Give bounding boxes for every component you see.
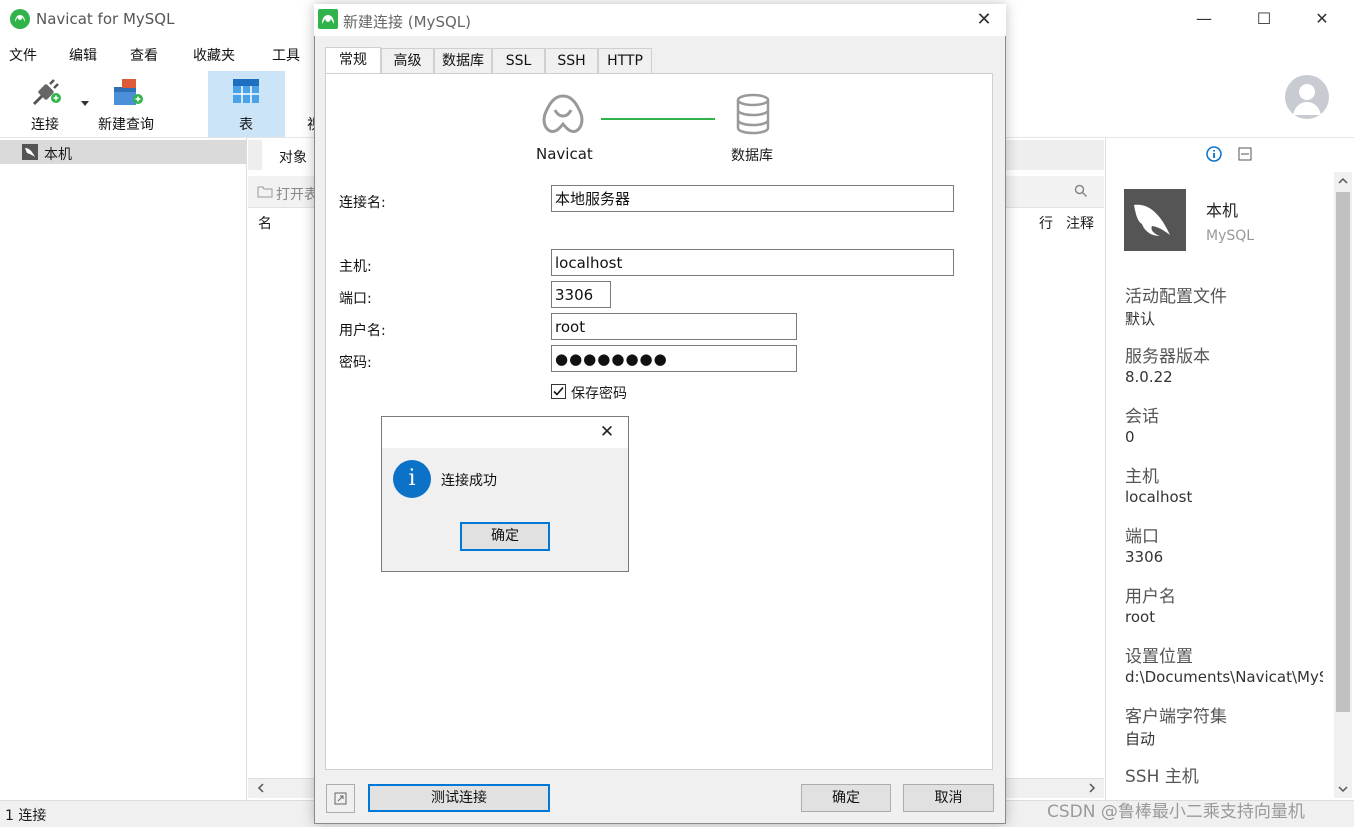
info-value-host: localhost: [1125, 488, 1193, 506]
test-connection-button[interactable]: 测试连接: [368, 784, 550, 812]
username-label: 用户名:: [339, 323, 386, 339]
toolbar-connect-label[interactable]: 连接: [31, 114, 59, 134]
scroll-right-icon[interactable]: [1087, 783, 1097, 793]
info-label-user: 用户名: [1125, 587, 1176, 607]
user-avatar-icon[interactable]: [1285, 75, 1329, 119]
port-input[interactable]: [551, 281, 611, 308]
maximize-button[interactable]: ☐: [1244, 6, 1284, 32]
save-password-label[interactable]: 保存密码: [571, 383, 627, 403]
resize-icon: [334, 792, 347, 805]
new-query-icon[interactable]: [112, 77, 146, 107]
column-header-name[interactable]: 名: [258, 213, 272, 233]
info-label-profile: 活动配置文件: [1125, 287, 1227, 307]
menu-favorites[interactable]: 收藏夹: [193, 45, 235, 65]
messagebox-close-icon[interactable]: ✕: [595, 420, 619, 444]
menu-file[interactable]: 文件: [9, 45, 37, 65]
host-input[interactable]: [551, 249, 954, 276]
chevron-down-icon[interactable]: [81, 101, 89, 107]
tab-ssh[interactable]: SSH: [545, 48, 598, 74]
host-label: 主机:: [339, 259, 372, 275]
tab-advanced[interactable]: 高级: [381, 48, 434, 74]
conn-name-label: 连接名:: [339, 195, 386, 211]
toolbar-table-label[interactable]: 表: [239, 114, 253, 134]
messagebox-text: 连接成功: [441, 473, 497, 489]
save-password-checkbox[interactable]: [551, 384, 566, 399]
info-connection-name: 本机: [1206, 201, 1239, 220]
dialog-cancel-button[interactable]: 取消: [903, 784, 994, 812]
info-label-port: 端口: [1125, 527, 1159, 547]
info-value-profile: 默认: [1125, 310, 1156, 328]
sidebar-item-label[interactable]: 本机: [44, 144, 72, 164]
info-label-version: 服务器版本: [1125, 347, 1210, 367]
mysql-connection-icon: [22, 144, 38, 160]
info-label-charset: 客户端字符集: [1125, 707, 1227, 727]
mysql-logo-icon: [1124, 189, 1186, 251]
info-label-ssh-host: SSH 主机: [1125, 767, 1199, 787]
info-label-host: 主机: [1125, 467, 1159, 487]
messagebox-ok-button[interactable]: 确定: [460, 522, 550, 551]
info-value-sessions: 0: [1125, 428, 1135, 446]
scroll-down-icon[interactable]: [1338, 784, 1348, 794]
dialog-navicat-icon: [318, 9, 338, 29]
username-input[interactable]: [551, 313, 797, 340]
info-label-sessions: 会话: [1125, 407, 1159, 427]
info-value-location: d:\Documents\Navicat\MySQL: [1125, 668, 1323, 686]
search-icon[interactable]: [1074, 184, 1088, 198]
connection-line: [601, 118, 715, 120]
close-window-button[interactable]: ✕: [1302, 6, 1342, 32]
diagram-navicat-label: Navicat: [536, 145, 593, 163]
tab-ssl[interactable]: SSL: [492, 48, 545, 74]
dialog-ok-button[interactable]: 确定: [801, 784, 891, 812]
dialog-title: 新建连接 (MySQL): [343, 13, 471, 31]
menu-view[interactable]: 查看: [130, 45, 158, 65]
info-value-port: 3306: [1125, 548, 1164, 566]
checkmark-icon: [553, 386, 564, 396]
column-header-comment[interactable]: 注释: [1066, 213, 1094, 233]
folder-open-icon: [257, 186, 273, 198]
open-table-button[interactable]: 打开表: [276, 184, 318, 204]
scroll-up-icon[interactable]: [1338, 176, 1348, 186]
tab-databases[interactable]: 数据库: [434, 48, 492, 74]
column-header-rows[interactable]: 行: [1039, 213, 1053, 233]
info-tab-icon[interactable]: [1206, 146, 1222, 162]
info-icon: i: [393, 460, 431, 498]
conn-name-input[interactable]: [551, 185, 954, 212]
watermark-text: CSDN @鲁棒最小二乘支持向量机: [1047, 802, 1305, 822]
info-scrollbar-thumb[interactable]: [1336, 192, 1350, 712]
table-icon[interactable]: [232, 78, 260, 104]
info-label-location: 设置位置: [1125, 647, 1193, 667]
info-value-charset: 自动: [1125, 730, 1156, 748]
tab-general[interactable]: 常规: [325, 47, 381, 74]
password-input[interactable]: [551, 345, 797, 372]
connect-plug-icon[interactable]: [30, 78, 64, 108]
navicat-logo-icon: [10, 9, 30, 29]
ddl-tab-icon[interactable]: [1238, 147, 1252, 161]
tab-objects-label[interactable]: 对象: [279, 147, 307, 167]
status-connection-count: 1 连接: [5, 808, 47, 824]
info-value-user: root: [1125, 608, 1156, 626]
password-label: 密码:: [339, 355, 372, 371]
port-label: 端口:: [339, 291, 372, 307]
app-title: Navicat for MySQL: [36, 10, 175, 28]
diagram-database-label: 数据库: [731, 148, 773, 164]
menu-tools[interactable]: 工具: [272, 45, 300, 65]
connection-sidebar: [0, 138, 247, 800]
dialog-close-icon[interactable]: ✕: [970, 6, 998, 34]
toolbar-new-query-label[interactable]: 新建查询: [98, 114, 154, 134]
info-connection-type: MySQL: [1206, 228, 1255, 244]
minimize-button[interactable]: —: [1184, 6, 1224, 32]
menu-edit[interactable]: 编辑: [69, 45, 97, 65]
navicat-diagram-icon: [542, 94, 584, 133]
database-icon: [736, 93, 770, 135]
info-value-version: 8.0.22: [1125, 368, 1173, 386]
tab-http[interactable]: HTTP: [598, 48, 652, 74]
scroll-left-icon[interactable]: [256, 783, 266, 793]
dialog-utility-button[interactable]: [326, 784, 355, 813]
